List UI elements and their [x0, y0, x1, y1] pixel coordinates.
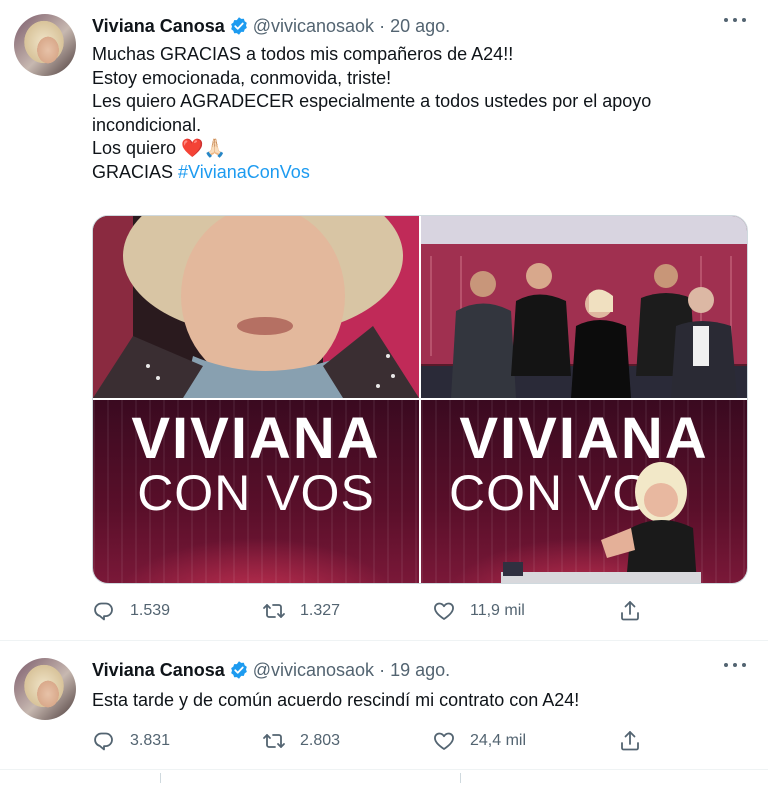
author-name[interactable]: Viviana Canosa [92, 16, 225, 37]
share-icon [621, 731, 639, 751]
retweet-icon [263, 604, 285, 618]
tweet-date[interactable]: 19 ago. [390, 660, 450, 681]
reply-icon [94, 732, 113, 751]
reply-button[interactable]: 3.831 [92, 728, 170, 754]
tweet[interactable]: Viviana Canosa @vivicanosaok · 19 ago. E… [0, 641, 768, 770]
tweet-line: Estoy emocionada, conmovida, triste! [92, 67, 392, 88]
host-on-set-photo[interactable]: VIVIANA CON VO [421, 400, 747, 583]
show-logo-image[interactable]: VIVIANA CON VOS [93, 400, 419, 583]
tweet-text: Esta tarde y de común acuerdo rescindí m… [92, 689, 732, 713]
tweet-line: incondicional. [92, 114, 202, 135]
tweet-line: Les quiero AGRADECER especialmente a tod… [92, 91, 652, 111]
tweet-actions: 3.831 2.803 24,4 mil [92, 728, 652, 754]
tweet-date[interactable]: 20 ago. [390, 16, 450, 37]
like-count: 24,4 mil [470, 732, 527, 749]
divider-tick [460, 773, 461, 783]
avatar[interactable] [14, 14, 76, 76]
logo-line-1: VIVIANA [131, 406, 381, 471]
share-button[interactable] [618, 598, 656, 624]
more-options-icon[interactable] [724, 18, 746, 26]
tweet-header: Viviana Canosa @vivicanosaok · 20 ago. [92, 14, 450, 38]
retweet-count: 2.803 [300, 732, 341, 749]
reply-button[interactable]: 1.539 [92, 598, 170, 624]
tweet-text: Muchas GRACIAS a todos mis compañeros de… [92, 43, 732, 184]
selfie-photo-icon [93, 216, 419, 398]
retweet-icon [263, 734, 285, 748]
verified-badge-icon [230, 17, 247, 35]
logo-line-2: CON VOS [137, 465, 375, 521]
heart-icon [434, 602, 454, 620]
reply-icon [94, 602, 113, 621]
tweet-line: Los quiero ❤️🙏🏻 [92, 138, 226, 158]
tweet-line: Esta tarde y de común acuerdo rescindí m… [92, 690, 580, 710]
tweet-line: Muchas GRACIAS a todos mis compañeros de… [92, 44, 514, 64]
author-name[interactable]: Viviana Canosa [92, 660, 225, 681]
more-options-icon[interactable] [724, 663, 746, 671]
hashtag-link[interactable]: #VivianaConVos [178, 162, 310, 182]
retweet-button[interactable]: 1.327 [262, 598, 340, 624]
tweet[interactable]: Viviana Canosa @vivicanosaok · 20 ago. M… [0, 0, 768, 641]
tweet-line: GRACIAS [92, 161, 174, 182]
reply-count: 1.539 [130, 602, 171, 619]
tweet-header: Viviana Canosa @vivicanosaok · 19 ago. [92, 658, 450, 682]
separator-dot: · [379, 659, 386, 680]
author-handle[interactable]: @vivicanosaok [253, 660, 374, 681]
group-photo[interactable] [421, 216, 747, 398]
separator-dot: · [379, 15, 386, 36]
like-count: 11,9 mil [470, 602, 525, 619]
share-icon [621, 601, 639, 621]
selfie-photo[interactable] [93, 216, 419, 398]
host-figure-icon [501, 462, 701, 583]
retweet-count: 1.327 [300, 602, 341, 619]
media-grid[interactable]: VIVIANA CON VOS VIVIANA CON VO [92, 215, 748, 584]
retweet-button[interactable]: 2.803 [262, 728, 340, 754]
avatar[interactable] [14, 658, 76, 720]
verified-badge-icon [230, 661, 247, 679]
author-handle[interactable]: @vivicanosaok [253, 16, 374, 37]
tweet-line-hashtag: GRACIAS #VivianaConVos [92, 161, 732, 185]
reply-count: 3.831 [130, 732, 171, 749]
divider-tick [160, 773, 161, 783]
like-button[interactable]: 24,4 mil [432, 728, 526, 754]
like-button[interactable]: 11,9 mil [432, 598, 525, 624]
group-photo-icon [421, 216, 747, 398]
share-button[interactable] [618, 728, 656, 754]
heart-icon [434, 732, 454, 750]
tweet-actions: 1.539 1.327 11,9 mil [92, 598, 652, 624]
